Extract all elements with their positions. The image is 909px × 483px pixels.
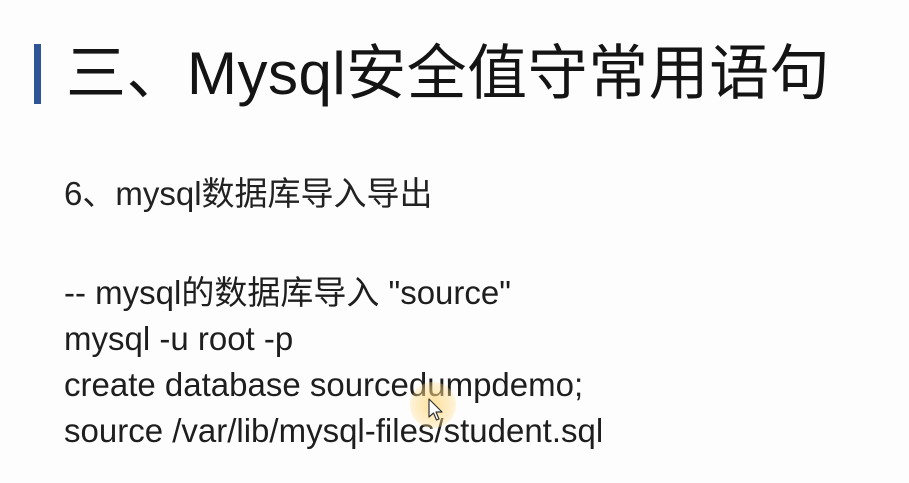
slide-title: 三、Mysql安全值守常用语句 [66, 40, 831, 107]
title-accent-bar [34, 44, 41, 104]
code-comment-line: -- mysql的数据库导入 "source" [64, 274, 511, 311]
slide: 三、Mysql安全值守常用语句 6、mysql数据库导入导出 -- mysql的… [0, 0, 909, 483]
mouse-pointer-icon [428, 398, 443, 421]
code-line-login: mysql -u root -p [64, 320, 294, 357]
code-line-create-database: create database sourcedumpdemo; [64, 366, 584, 403]
section-heading: 6、mysql数据库导入导出 [64, 175, 433, 212]
code-line-source: source /var/lib/mysql-files/student.sql [64, 412, 604, 449]
code-block: -- mysql的数据库导入 "source" mysql -u root -p… [64, 270, 603, 454]
